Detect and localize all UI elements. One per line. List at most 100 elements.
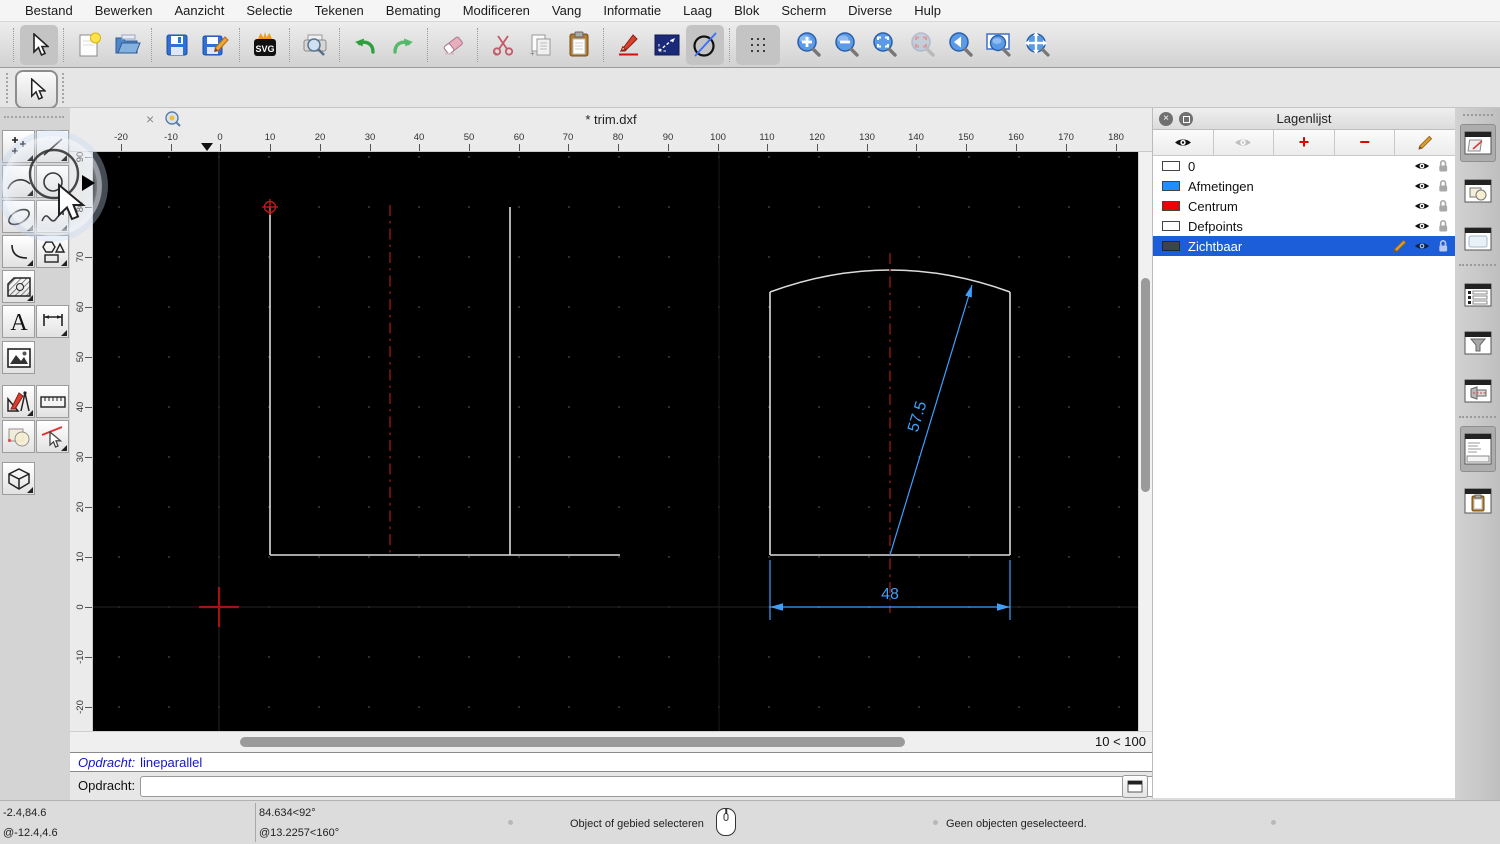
eye-icon[interactable]	[1414, 181, 1430, 191]
palette-overflow-arrow[interactable]	[82, 175, 95, 191]
redo-button[interactable]	[384, 25, 422, 65]
dock-library-browser-button[interactable]	[1460, 220, 1496, 258]
edit-layer-button[interactable]	[1395, 130, 1455, 155]
dock-selection-filter-button[interactable]	[1460, 324, 1496, 362]
ruler-label: 80	[612, 132, 624, 143]
add-layer-button[interactable]: +	[1274, 130, 1335, 155]
library-window-icon	[1464, 227, 1492, 251]
lock-icon[interactable]	[1437, 199, 1449, 213]
list-window-icon	[1464, 283, 1492, 307]
dock-layer-list-button[interactable]	[1460, 124, 1496, 162]
hatch-tool-button[interactable]	[2, 270, 35, 303]
layer-panel-toolbar: + −	[1153, 130, 1455, 156]
menu-bestand[interactable]: Bestand	[14, 0, 84, 22]
lock-icon[interactable]	[1437, 159, 1449, 173]
eye-icon[interactable]	[1414, 161, 1430, 171]
menu-informatie[interactable]: Informatie	[592, 0, 672, 22]
modify-tool-button[interactable]	[2, 385, 35, 418]
menu-scherm[interactable]: Scherm	[770, 0, 837, 22]
zoom-auto-button[interactable]	[866, 25, 904, 65]
menu-modificeren[interactable]: Modificeren	[452, 0, 541, 22]
zoom-in-button[interactable]	[790, 25, 828, 65]
select-tool-button[interactable]	[20, 24, 58, 65]
grid-toggle-button[interactable]	[736, 24, 780, 65]
remove-layer-button[interactable]: −	[1334, 130, 1396, 155]
save-as-button[interactable]	[196, 25, 234, 65]
menu-blok[interactable]: Blok	[723, 0, 770, 22]
text-tool-button[interactable]: A	[2, 305, 35, 338]
layer-row-zichtbaar-selected[interactable]: Zichtbaar	[1153, 236, 1455, 256]
block-tool-button[interactable]	[2, 420, 35, 453]
zoom-out-button[interactable]	[828, 25, 866, 65]
open-file-button[interactable]	[108, 25, 146, 65]
vertical-scrollbar-thumb[interactable]	[1141, 278, 1150, 492]
dock-command-line-button[interactable]	[1460, 426, 1496, 472]
menu-laag[interactable]: Laag	[672, 0, 723, 22]
solid-3d-tool-button[interactable]	[2, 462, 35, 495]
menu-aanzicht[interactable]: Aanzicht	[164, 0, 236, 22]
lock-icon[interactable]	[1437, 179, 1449, 193]
dock-clipboard-button[interactable]	[1460, 482, 1496, 520]
menu-diverse[interactable]: Diverse	[837, 0, 903, 22]
dock-view-list-button[interactable]	[1460, 372, 1496, 410]
lock-icon[interactable]	[1437, 239, 1449, 253]
layer-row-afmetingen[interactable]: Afmetingen	[1153, 176, 1455, 196]
active-select-tool-button[interactable]	[15, 70, 58, 109]
toolbar-drag-handle[interactable]	[62, 73, 67, 103]
zoom-back-button[interactable]	[942, 25, 980, 65]
layer-color-swatch	[1162, 241, 1180, 251]
image-tool-button[interactable]	[2, 341, 35, 374]
pencil-icon[interactable]	[1393, 239, 1407, 253]
trim-tool-button[interactable]	[36, 420, 69, 453]
print-preview-button[interactable]	[296, 25, 334, 65]
menu-bemating[interactable]: Bemating	[375, 0, 452, 22]
palette-drag-handle[interactable]	[4, 116, 64, 118]
layer-row-centrum[interactable]: Centrum	[1153, 196, 1455, 216]
zoom-pan-button[interactable]	[1018, 25, 1056, 65]
command-options-button[interactable]	[1122, 775, 1148, 798]
toolbar-drag-handle[interactable]	[6, 73, 11, 103]
measure-tool-button[interactable]	[36, 385, 69, 418]
command-input[interactable]	[140, 776, 1198, 797]
layer-row-defpoints[interactable]: Defpoints	[1153, 216, 1455, 236]
circle-tool-button[interactable]	[686, 24, 724, 65]
distance-tool-button[interactable]	[648, 25, 686, 65]
dimension-tool-button[interactable]	[36, 305, 69, 338]
drawing-canvas[interactable]: 57.5 48	[93, 152, 1138, 731]
distance-icon	[654, 34, 680, 55]
menu-bewerken[interactable]: Bewerken	[84, 0, 164, 22]
dock-drag-handle[interactable]	[1463, 114, 1493, 116]
menu-tekenen[interactable]: Tekenen	[304, 0, 375, 22]
layer-row-0[interactable]: 0	[1153, 156, 1455, 176]
horizontal-scrollbar-thumb[interactable]	[240, 737, 905, 747]
cut-button[interactable]: +	[484, 25, 522, 65]
copy-button[interactable]: +	[522, 25, 560, 65]
dock-block-list-button[interactable]	[1460, 172, 1496, 210]
show-all-layers-button[interactable]	[1153, 130, 1214, 155]
svg-export-button[interactable]: SVG	[246, 25, 284, 65]
lock-icon[interactable]	[1437, 219, 1449, 233]
ruler-label: 20	[314, 132, 326, 143]
polyline-tool-button[interactable]	[2, 235, 35, 268]
menu-selectie[interactable]: Selectie	[235, 0, 303, 22]
eye-icon[interactable]	[1414, 241, 1430, 251]
pen-properties-button[interactable]	[610, 25, 648, 65]
eye-icon[interactable]	[1414, 221, 1430, 231]
zoom-previous-button[interactable]	[904, 25, 942, 65]
main-toolbar: SVG + +	[0, 22, 1500, 68]
paste-button[interactable]	[560, 25, 598, 65]
menu-hulp[interactable]: Hulp	[903, 0, 952, 22]
horizontal-scrollbar[interactable]: 10 < 100	[70, 731, 1152, 752]
zoom-window-button[interactable]	[980, 25, 1018, 65]
shapes-tool-button[interactable]	[36, 235, 69, 268]
delete-button[interactable]	[434, 25, 472, 65]
menu-vang[interactable]: Vang	[541, 0, 592, 22]
new-file-button[interactable]	[70, 25, 108, 65]
undo-button[interactable]	[346, 25, 384, 65]
hide-all-layers-button[interactable]	[1213, 130, 1275, 155]
eye-icon[interactable]	[1414, 201, 1430, 211]
dock-property-list-button[interactable]	[1460, 276, 1496, 314]
vertical-scrollbar[interactable]	[1138, 152, 1152, 733]
save-button[interactable]	[158, 25, 196, 65]
trim-cursor-icon	[41, 425, 62, 448]
